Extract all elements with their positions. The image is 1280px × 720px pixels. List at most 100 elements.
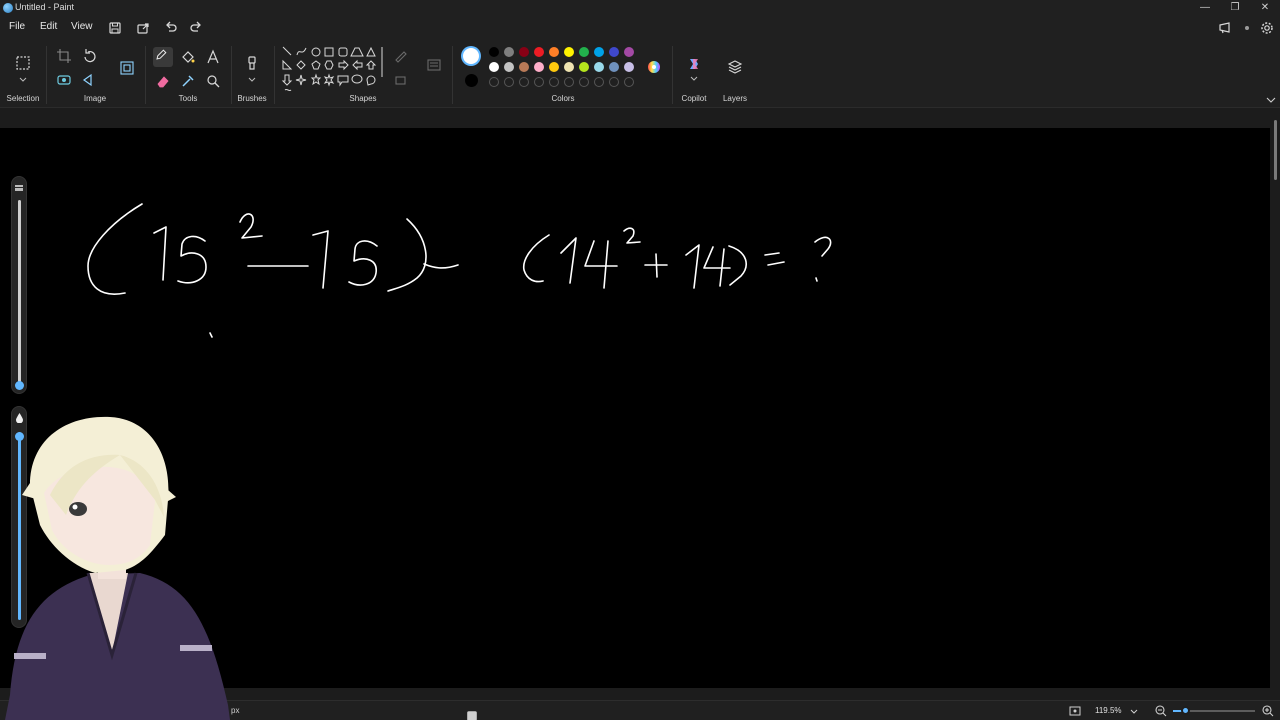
edit-colors-icon[interactable] [646, 59, 662, 75]
group-label-brushes: Brushes [237, 94, 267, 103]
pencil-tool-icon[interactable] [153, 47, 173, 67]
text-tool-icon[interactable] [205, 49, 221, 65]
notification-icon[interactable] [1217, 20, 1233, 36]
menu-view[interactable]: View [71, 21, 93, 32]
custom-color-slot[interactable] [534, 77, 544, 87]
ribbon-divider [274, 46, 275, 104]
redo-icon[interactable] [188, 20, 204, 36]
color-swatch[interactable] [594, 47, 604, 57]
color-swatch[interactable] [534, 62, 544, 72]
color-swatch[interactable] [579, 62, 589, 72]
chevron-down-icon[interactable] [15, 72, 31, 88]
minimize-button[interactable]: — [1190, 0, 1220, 16]
magnifier-icon[interactable] [205, 73, 221, 89]
rotate-icon[interactable] [82, 48, 98, 64]
ribbon-divider [46, 46, 47, 104]
window-title: Untitled - Paint [15, 2, 75, 12]
account-icon[interactable] [1239, 20, 1255, 36]
ribbon-collapse-chevron-icon[interactable] [1263, 92, 1279, 108]
zoom-slider-thumb[interactable] [1181, 706, 1190, 715]
group-label-colors: Colors [551, 94, 575, 103]
secondary-color-swatch[interactable] [465, 74, 478, 87]
drawing-canvas[interactable] [0, 128, 1270, 688]
custom-color-slot[interactable] [519, 77, 529, 87]
maximize-button[interactable]: ❐ [1220, 0, 1250, 16]
vertical-scrollbar[interactable] [1271, 112, 1278, 688]
color-swatch[interactable] [579, 47, 589, 57]
shapes-gallery[interactable] [280, 44, 386, 96]
save-icon[interactable] [107, 20, 123, 36]
color-swatch[interactable] [609, 47, 619, 57]
close-button[interactable]: ✕ [1250, 0, 1280, 16]
color-swatch[interactable] [549, 62, 559, 72]
settings-gear-icon[interactable] [1259, 20, 1275, 36]
fit-to-window-icon[interactable] [1067, 703, 1083, 719]
group-label-shapes: Shapes [349, 94, 377, 103]
color-swatch[interactable] [489, 62, 499, 72]
undo-icon[interactable] [163, 20, 179, 36]
selection-rectangle-icon[interactable] [15, 55, 31, 71]
group-label-selection: Selection [6, 94, 40, 103]
layers-icon[interactable] [727, 59, 743, 75]
zoom-in-icon[interactable] [1260, 703, 1276, 719]
custom-color-slot[interactable] [594, 77, 604, 87]
color-swatch[interactable] [564, 47, 574, 57]
canvas-strokes [87, 203, 832, 338]
fill-bucket-icon[interactable] [180, 49, 196, 65]
resize-icon[interactable] [119, 60, 135, 76]
stroke-digit-4 [584, 240, 618, 289]
brush-icon[interactable] [244, 55, 260, 71]
color-swatch[interactable] [504, 47, 514, 57]
menu-bar: File Edit View [0, 16, 1280, 40]
color-swatch[interactable] [504, 62, 514, 72]
color-swatch[interactable] [549, 47, 559, 57]
custom-color-slot[interactable] [624, 77, 634, 87]
stroke-minus-2 [423, 263, 459, 269]
color-picker-icon[interactable] [180, 73, 196, 89]
custom-color-slot[interactable] [489, 77, 499, 87]
group-label-copilot: Copilot [681, 94, 707, 103]
crop-icon[interactable] [56, 48, 72, 64]
color-swatch[interactable] [519, 47, 529, 57]
flip-icon[interactable] [82, 72, 98, 88]
chevron-down-icon[interactable] [244, 72, 260, 88]
color-swatch[interactable] [609, 62, 619, 72]
background-removal-icon[interactable] [56, 72, 72, 88]
zoom-out-icon[interactable] [1153, 703, 1169, 719]
primary-color-swatch[interactable] [463, 48, 479, 64]
copilot-icon[interactable] [686, 56, 702, 72]
chevron-down-icon[interactable] [686, 71, 702, 87]
custom-color-slot[interactable] [579, 77, 589, 87]
custom-color-slot[interactable] [609, 77, 619, 87]
color-swatch[interactable] [624, 62, 634, 72]
color-swatch[interactable] [519, 62, 529, 72]
canvas-size-unit: px [231, 706, 240, 715]
color-swatch[interactable] [489, 47, 499, 57]
shape-size-icon[interactable] [426, 57, 442, 73]
stroke-digit-5 [177, 235, 207, 284]
eraser-icon[interactable] [155, 73, 171, 89]
custom-color-slot[interactable] [504, 77, 514, 87]
stroke-open-paren-2 [522, 234, 550, 283]
color-swatch[interactable] [564, 62, 574, 72]
color-swatch[interactable] [624, 47, 634, 57]
color-swatch[interactable] [594, 62, 604, 72]
shape-fill-icon[interactable] [393, 72, 409, 88]
ribbon-divider [145, 46, 146, 104]
stroke-superscript-2b [623, 227, 641, 244]
share-icon[interactable] [135, 20, 151, 36]
group-label-tools: Tools [178, 94, 198, 103]
color-swatch[interactable] [534, 47, 544, 57]
zoom-level[interactable]: 119.5% [1095, 706, 1122, 715]
menu-file[interactable]: File [9, 21, 25, 32]
custom-color-slot[interactable] [564, 77, 574, 87]
zoom-dropdown-chevron-icon[interactable] [1126, 703, 1142, 719]
group-label-image: Image [83, 94, 107, 103]
menu-edit[interactable]: Edit [40, 21, 57, 32]
stroke-digit-4b [703, 246, 731, 287]
vertical-scrollbar-thumb[interactable] [1274, 120, 1277, 180]
custom-color-slot[interactable] [549, 77, 559, 87]
stroke-digit-5b [348, 240, 378, 286]
shape-outline-icon[interactable] [393, 48, 409, 64]
ribbon-divider [452, 46, 453, 104]
